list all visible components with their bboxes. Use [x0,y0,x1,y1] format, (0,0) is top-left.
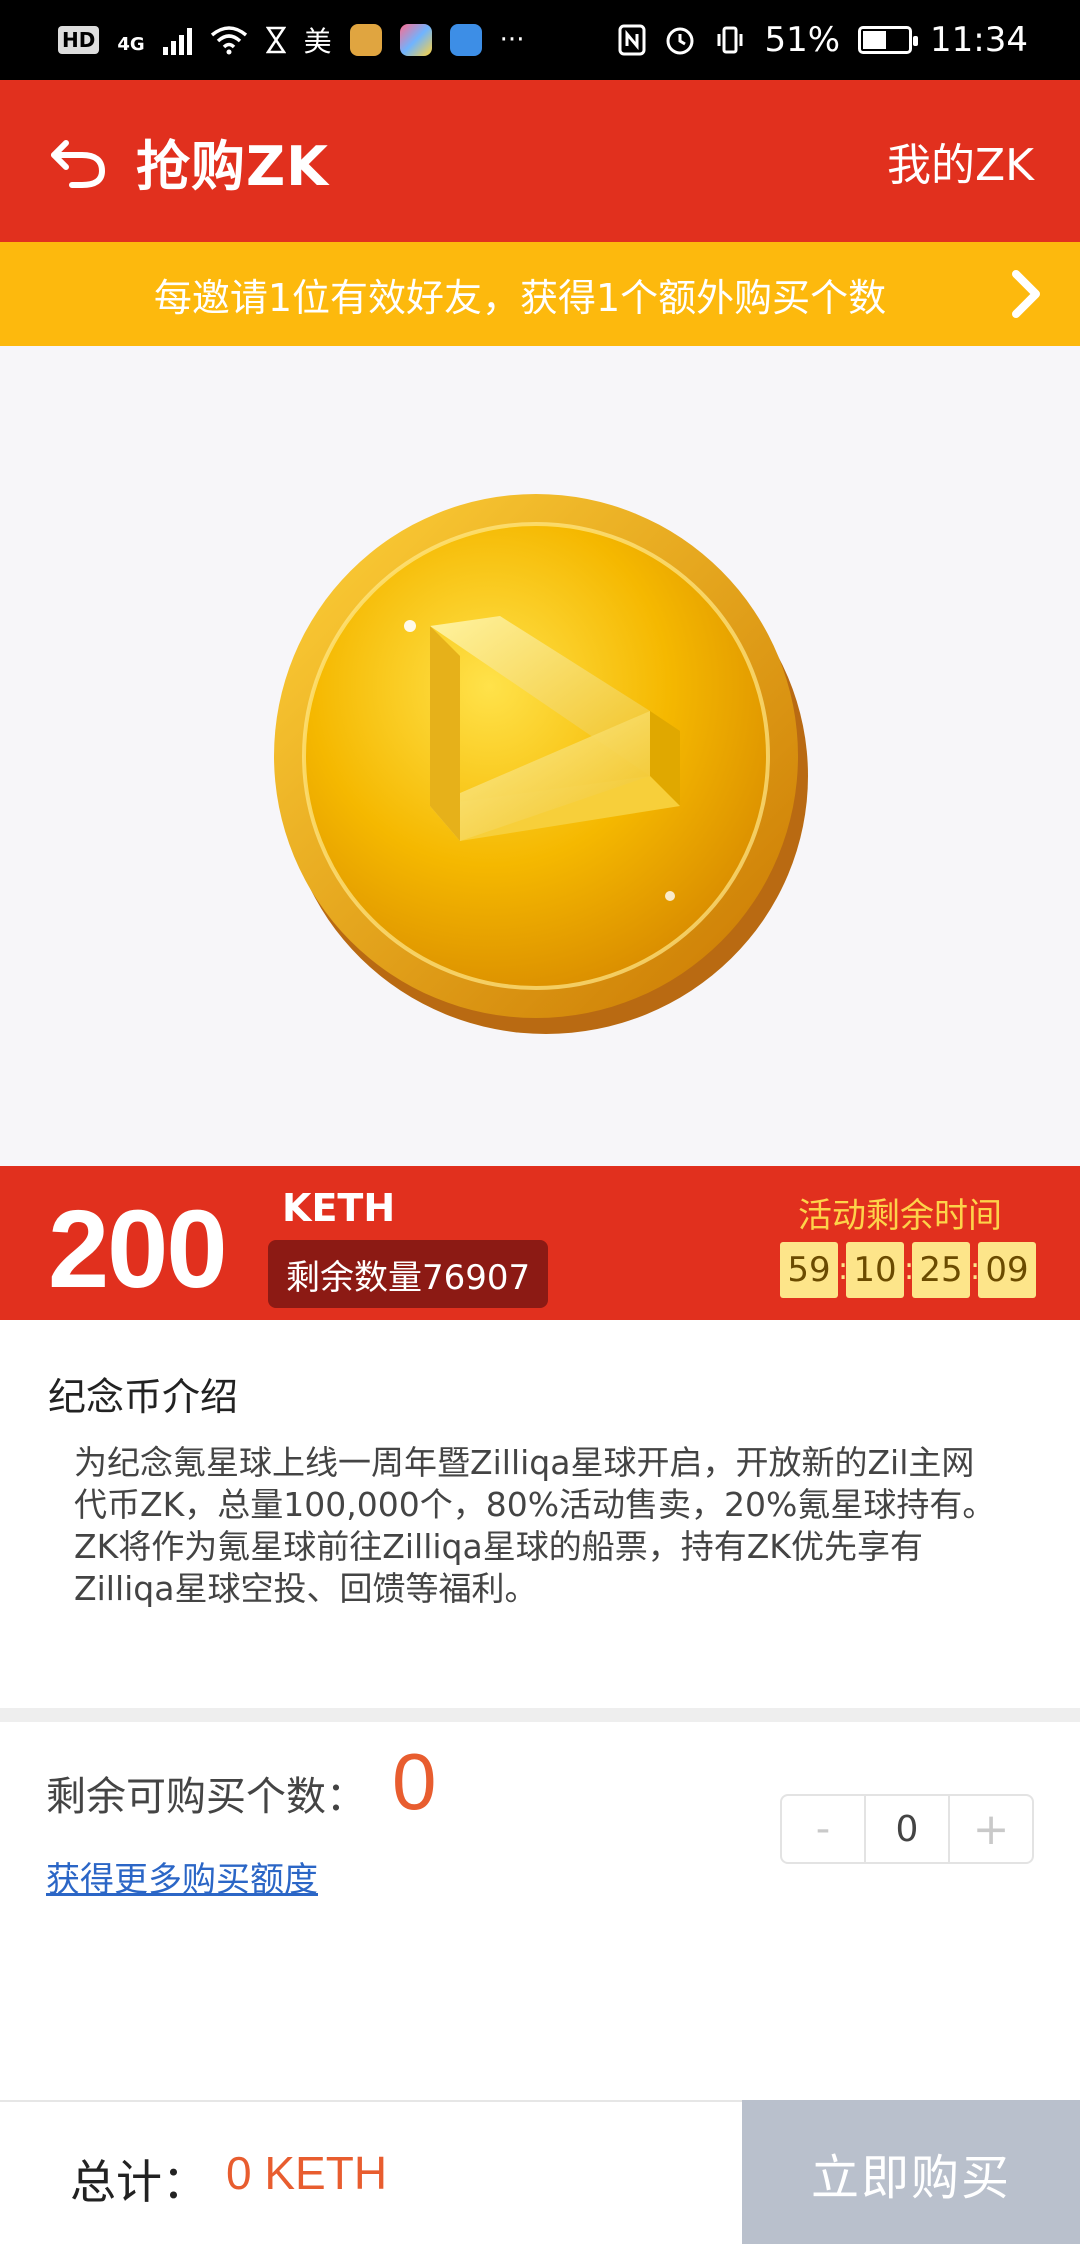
price-amount: 200 [48,1188,228,1311]
chevron-right-icon [1012,270,1040,318]
app-label-mei: 美 [303,25,332,58]
remaining-purchasable-value: 0 [392,1737,437,1826]
total-value: 0 KETH [226,2147,388,2199]
quantity-stepper: - 0 + [780,1794,1034,1864]
battery-icon [858,26,919,54]
total-label: 总计： [70,2155,208,2209]
status-left: HD 4G 美 ··· [58,20,524,60]
browser-app-icon [449,24,482,56]
price-unit: KETH [282,1186,396,1230]
countdown-timer: 59 : 10 : 25 : 09 [780,1242,1036,1298]
intro-paragraph: 为纪念氪星球上线一周年暨Zilliqa星球开启，开放新的Zil主网代币ZK，总量… [74,1443,996,1524]
countdown-days: 59 [780,1242,838,1298]
signal-icon [162,25,192,55]
quantity-input[interactable]: 0 [866,1796,950,1862]
coin-hero [0,346,1080,1166]
buy-now-button[interactable]: 立即购买 [742,2100,1080,2244]
get-more-quota-link[interactable]: 获得更多购买额度 [46,1852,318,1901]
decrement-button[interactable]: - [782,1796,866,1862]
back-arrow-icon[interactable] [46,129,110,193]
clock: 11:34 [930,20,1028,60]
increment-button[interactable]: + [950,1796,1032,1862]
countdown-minutes: 25 [912,1242,970,1298]
purchase-quantity-section: 剩余可购买个数： 0 获得更多购买额度 - 0 + [0,1722,1080,2100]
hourglass-icon [265,26,286,54]
countdown-hours: 10 [846,1242,904,1298]
section-divider [0,1708,1080,1722]
alarm-icon [666,27,694,55]
coffee-app-icon [349,24,382,56]
app-header: 抢购ZK 我的ZK [0,80,1080,242]
invite-banner-text: 每邀请1位有效好友，获得1个额外购买个数 [153,275,887,320]
battery-percent: 51% [764,20,841,60]
intro-title: 纪念币介绍 [48,1375,239,1419]
price-band: 200 KETH 剩余数量76907 活动剩余时间 59 : 10 : 25 :… [0,1166,1080,1320]
countdown-separator: : [904,1252,915,1287]
countdown-seconds: 09 [978,1242,1036,1298]
countdown-separator: : [838,1252,849,1287]
photos-app-icon [399,24,432,56]
hd-badge: HD [58,26,100,54]
remaining-purchasable-label: 剩余可购买个数： [46,1774,366,1820]
page-title: 抢购ZK [136,134,329,198]
network-label: 4G [117,34,145,55]
wifi-icon [210,26,247,55]
nfc-icon [618,24,646,56]
intro-paragraph: ZK将作为氪星球前往Zilliqa星球的船票，持有ZK优先享有Zilliqa星球… [74,1527,923,1608]
zk-coin-logo [274,494,808,1034]
my-zk-link[interactable]: 我的ZK [887,129,1034,193]
status-right: 51% 11:34 [618,20,1028,60]
countdown-separator: : [970,1252,981,1287]
coin-intro-section: 纪念币介绍 为纪念氪星球上线一周年暨Zilliqa星球开启，开放新的Zil主网代… [0,1320,1080,1708]
invite-banner[interactable]: 每邀请1位有效好友，获得1个额外购买个数 [0,242,1080,346]
battery-fill [863,31,887,49]
remaining-stock-badge: 剩余数量76907 [268,1240,549,1308]
countdown-label: 活动剩余时间 [798,1196,1002,1236]
vibrate-icon [717,26,743,54]
intro-body: 为纪念氪星球上线一周年暨Zilliqa星球开启，开放新的Zil主网代币ZK，总量… [74,1442,1004,1610]
checkout-bar: 总计： 0 KETH 立即购买 [0,2100,1080,2244]
status-bar: HD 4G 美 ··· 51% 11:34 [0,0,1080,80]
more-notifications: ··· [499,25,525,55]
